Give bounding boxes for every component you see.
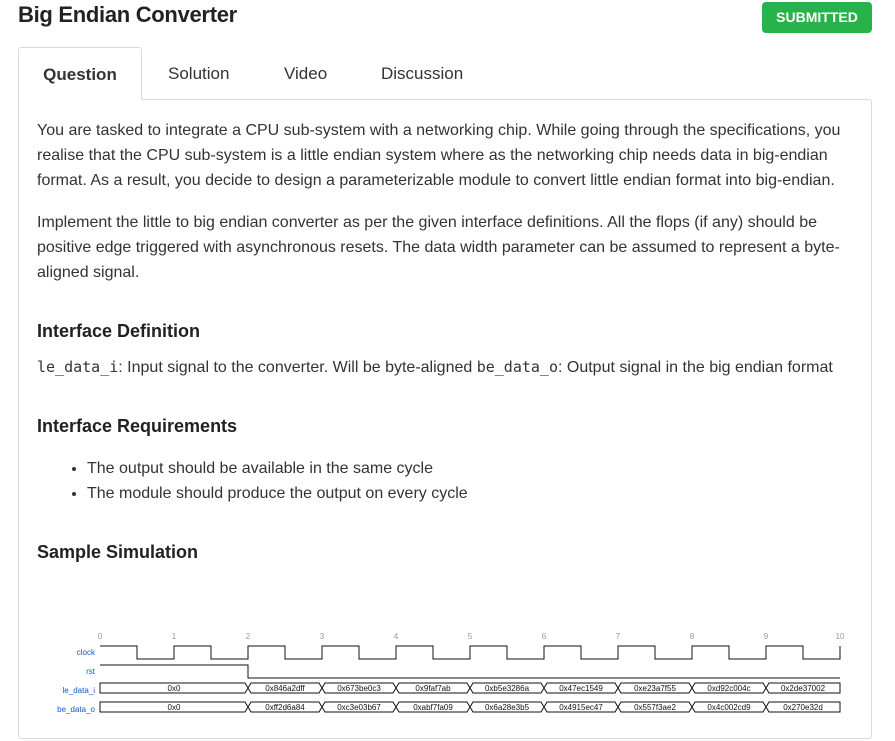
be-data-signal: be_data_o [476,358,558,376]
be-data-bus-value: 0x4c002cd9 [707,703,751,712]
interface-definition-text: le_data_i: Input signal to the converter… [37,355,852,380]
interface-definition-heading: Interface Definition [37,321,201,341]
page-title: Big Endian Converter [18,2,237,27]
signal-label-rst: rst [86,667,96,676]
le-data-bus-value: 0xe23a7f55 [634,684,676,693]
rst-waveform [100,664,840,679]
le-data-bus-value: 0x47ec1549 [559,684,603,693]
time-tick-label: 3 [320,632,325,641]
list-item: The module should produce the output on … [87,481,852,506]
time-tick-label: 9 [764,632,769,641]
time-tick-label: 1 [172,632,177,641]
le-data-description: : Input signal to the converter. Will be… [118,359,477,376]
be-data-bus-value: 0x6a28e3b5 [485,703,530,712]
time-tick-label: 2 [246,632,251,641]
signal-label-clock: clock [77,648,96,657]
be-data-bus-value: 0x4915ec47 [559,703,603,712]
description-paragraph-2: Implement the little to big endian conve… [37,214,840,281]
status-badge: SUBMITTED [762,2,872,33]
question-panel: You are tasked to integrate a CPU sub-sy… [18,99,872,739]
sample-simulation-heading: Sample Simulation [37,542,199,562]
requirements-list: The output should be available in the sa… [37,456,852,506]
le-data-bus-value: 0xb5e3286a [485,684,530,693]
tab-solution[interactable]: Solution [168,47,229,100]
le-data-signal: le_data_i [37,358,119,376]
time-tick-label: 4 [394,632,399,641]
tab-bar: Question Solution Video Discussion [18,47,872,100]
le-data-bus-value: 0xd92c004c [707,684,750,693]
le-data-bus-value: 0x673be0c3 [337,684,381,693]
tab-question[interactable]: Question [18,47,142,100]
be-data-description: : Output signal in the big endian format [557,359,833,376]
interface-requirements-heading: Interface Requirements [37,416,238,436]
page-header: Big Endian Converter SUBMITTED [0,0,895,40]
time-tick-label: 7 [616,632,621,641]
tab-video[interactable]: Video [284,47,327,100]
time-tick-label: 6 [542,632,547,641]
le-data-bus-value: 0x2de37002 [781,684,826,693]
time-tick-label: 8 [690,632,695,641]
be-data-bus-value: 0x270e32d [783,703,823,712]
description-paragraph-1: You are tasked to integrate a CPU sub-sy… [37,122,841,189]
be-data-bus-value: 0x557f3ae2 [634,703,676,712]
be-data-bus-value: 0xabf7fa09 [413,703,453,712]
le-data-bus-value: 0x846a2dff [265,684,305,693]
le-data-bus-value: 0x9faf7ab [415,684,451,693]
time-tick-label: 0 [98,632,103,641]
le-data-bus-value: 0x0 [168,684,181,693]
be-data-bus-value: 0x0 [168,703,181,712]
time-tick-label: 5 [468,632,473,641]
clock-waveform [100,645,841,660]
be-data-bus-value: 0xff2d6a84 [265,703,305,712]
time-tick-label: 10 [836,632,845,641]
tab-discussion[interactable]: Discussion [381,47,463,100]
signal-label-be-data-o: be_data_o [57,705,95,714]
question-content: You are tasked to integrate a CPU sub-sy… [37,118,852,568]
be-data-bus-value: 0xc3e03b67 [337,703,381,712]
signal-label-le-data-i: le_data_i [63,686,96,695]
list-item: The output should be available in the sa… [87,456,852,481]
waveform-diagram: 0 1 2 3 4 5 6 7 8 9 10 clock rst le_data_i be_data_o 0x… [57,632,845,714]
